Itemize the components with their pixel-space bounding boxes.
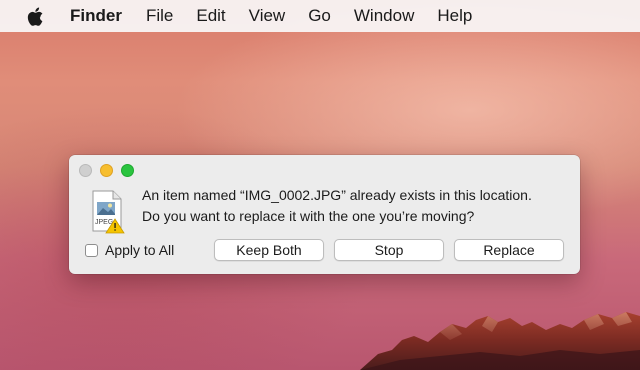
dialog-message: An item named “IMG_0002.JPG” already exi… [142,185,532,227]
menu-file[interactable]: File [146,0,173,32]
apply-to-all-label[interactable]: Apply to All [105,242,174,258]
desktop: Finder File Edit View Go Window Help JPE… [0,0,640,370]
close-button[interactable] [79,164,92,177]
keep-both-button[interactable]: Keep Both [214,239,324,261]
menu-app-finder[interactable]: Finder [70,0,122,32]
apply-to-all-checkbox[interactable] [85,243,98,257]
file-type-label: JPEG [95,219,113,226]
apply-to-all-option[interactable]: Apply to All [85,242,174,258]
message-line-1: An item named “IMG_0002.JPG” already exi… [142,187,532,203]
zoom-button[interactable] [121,164,134,177]
message-line-2: Do you want to replace it with the one y… [142,208,475,224]
menu-bar: Finder File Edit View Go Window Help [0,0,640,32]
menu-help[interactable]: Help [437,0,472,32]
window-controls [79,164,142,177]
mountain-landscape [360,312,640,370]
menu-edit[interactable]: Edit [196,0,225,32]
menu-view[interactable]: View [249,0,286,32]
menu-go[interactable]: Go [308,0,331,32]
replace-file-dialog: JPEG An item named “IMG_0002.JPG” alread… [69,155,580,274]
menu-window[interactable]: Window [354,0,414,32]
stop-button[interactable]: Stop [334,239,444,261]
replace-button[interactable]: Replace [454,239,564,261]
jpeg-file-icon: JPEG [92,190,125,234]
apple-logo-icon[interactable] [26,5,46,27]
minimize-button[interactable] [100,164,113,177]
